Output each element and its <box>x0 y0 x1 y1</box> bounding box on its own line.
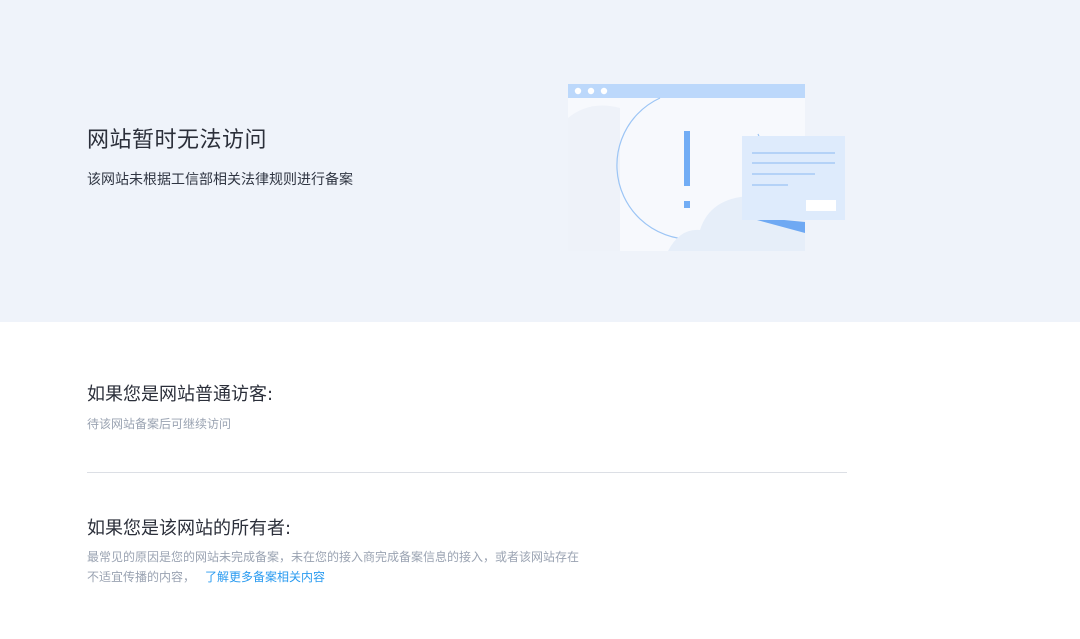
page-title: 网站暂时无法访问 <box>87 128 268 153</box>
visitor-section-title: 如果您是网站普通访客: <box>87 384 274 405</box>
background-blob <box>568 105 620 252</box>
window-dot-icon <box>574 87 582 95</box>
learn-more-link[interactable]: 了解更多备案相关内容 <box>205 570 325 584</box>
window-dot-icon <box>587 87 595 95</box>
hero-banner: 网站暂时无法访问 该网站未根据工信部相关法律规则进行备案 <box>0 0 1080 322</box>
section-divider <box>87 472 847 473</box>
owner-text-line-2-text: 不适宜传播的内容， <box>87 570 196 584</box>
owner-section-title: 如果您是该网站的所有者: <box>87 518 292 539</box>
owner-section-text: 最常见的原因是您的网站未完成备案，未在您的接入商完成备案信息的接入，或者该网站存… <box>87 547 579 587</box>
browser-warning-illustration <box>568 84 845 252</box>
page-subtitle: 该网站未根据工信部相关法律规则进行备案 <box>87 172 353 188</box>
owner-text-line-2: 不适宜传播的内容， 了解更多备案相关内容 <box>87 567 579 587</box>
visitor-section-text: 待该网站备案后可继续访问 <box>87 417 232 431</box>
window-dot-icon <box>600 87 608 95</box>
owner-text-line-1: 最常见的原因是您的网站未完成备案，未在您的接入商完成备案信息的接入，或者该网站存… <box>87 550 580 564</box>
document-button-shape <box>806 200 836 211</box>
